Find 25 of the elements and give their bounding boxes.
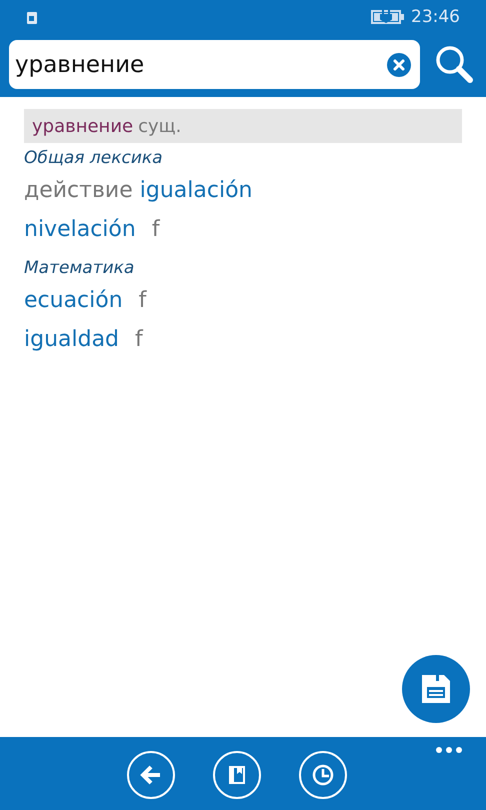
bookmark-icon [229, 766, 245, 784]
translation-link[interactable]: igualdad [24, 320, 120, 359]
usage-note: действие [24, 177, 133, 205]
translation-link[interactable]: igualación [140, 171, 252, 210]
bookmarks-button[interactable] [213, 751, 261, 799]
gender-label: f [138, 287, 146, 315]
part-of-speech: сущ. [138, 116, 182, 136]
back-button[interactable] [127, 751, 175, 799]
domain-label: Общая лексика [24, 147, 164, 170]
history-button[interactable] [299, 751, 347, 799]
translation-link[interactable]: ecuación [24, 281, 123, 320]
lock-icon [26, 10, 38, 24]
translation-link[interactable]: nivelación [24, 210, 136, 249]
gender-label: f [152, 216, 160, 244]
more-icon[interactable] [436, 747, 462, 753]
clock-time: 23:46 [411, 7, 460, 27]
gender-label: f [135, 326, 143, 354]
back-arrow-icon [140, 765, 162, 785]
battery-charging-icon [371, 9, 405, 25]
clear-icon[interactable] [387, 52, 411, 76]
search-field[interactable]: уравнение [9, 40, 420, 89]
domain-label: Математика [24, 257, 136, 280]
clock-icon [312, 764, 334, 786]
search-icon[interactable] [434, 44, 474, 84]
headword: уравнение [32, 116, 134, 136]
